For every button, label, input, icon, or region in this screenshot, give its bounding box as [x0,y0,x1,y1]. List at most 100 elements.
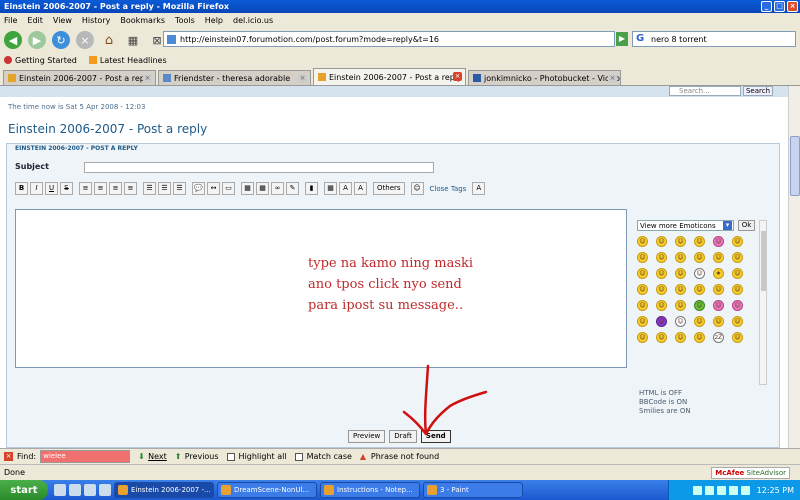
menu-tools[interactable]: Tools [175,16,195,25]
site-search-button[interactable]: Search [743,86,773,96]
emoticon-icon[interactable]: ☺ [732,252,743,263]
menu-file[interactable]: File [4,16,17,25]
emoticon-icon[interactable]: ☺ [637,332,648,343]
emoticon-icon[interactable]: ☺ [637,300,648,311]
layout-icon[interactable]: ▦ [124,31,142,49]
emoticon-icon[interactable]: ★ [713,268,724,279]
taskbar-item-paint[interactable]: 3 - Paint [423,482,523,498]
match-case-checkbox[interactable]: Match case [294,452,352,461]
tray-icon[interactable] [728,485,738,495]
tray-icon[interactable] [692,485,702,495]
emoticon-icon[interactable]: ☺ [694,252,705,263]
emoticon-icon[interactable]: zZ [713,332,724,343]
emoticon-icon[interactable]: ☺ [656,316,667,327]
minimize-button[interactable]: _ [761,1,772,12]
emoticon-icon[interactable]: ☺ [713,236,724,247]
quick-launch-icon[interactable] [54,484,66,496]
emoticon-icon[interactable]: ☺ [732,236,743,247]
strike-button[interactable]: S [60,182,73,195]
taskbar-item-dreamscene[interactable]: DreamScene-NonUl... [217,482,317,498]
emoticon-icon[interactable]: ☺ [637,268,648,279]
go-arrow-icon[interactable]: ▶ [616,32,628,46]
menu-view[interactable]: View [53,16,72,25]
emoticon-icon[interactable]: ☺ [637,236,648,247]
emoticon-icon[interactable]: ☺ [637,284,648,295]
tray-icon[interactable] [704,485,714,495]
numbered-list-icon[interactable]: ☰ [158,182,171,195]
bookmark-latest-headlines[interactable]: Latest Headlines [88,56,167,65]
web-search-input[interactable]: G nero 8 torrent [632,31,796,47]
emoticon-icon[interactable]: ☺ [675,252,686,263]
tab-einstein-1[interactable]: Einstein 2006-2007 - Post a reply × [3,70,156,85]
close-tab-icon[interactable]: × [298,74,307,83]
underline-button[interactable]: U [45,182,58,195]
emoticon-icon[interactable]: ☺ [713,316,724,327]
emoticon-icon[interactable]: ☺ [713,300,724,311]
emoticon-icon[interactable]: ☺ [637,316,648,327]
emoticon-icon[interactable]: ☺ [656,300,667,311]
italic-button[interactable]: I [30,182,43,195]
emoticon-icon[interactable]: ☺ [675,300,686,311]
link-icon[interactable]: ∞ [271,182,284,195]
close-tab-icon[interactable]: × [608,74,617,83]
menu-history[interactable]: History [82,16,110,25]
quick-launch-icon[interactable] [69,484,81,496]
edit-icon[interactable]: ✎ [286,182,299,195]
find-next-button[interactable]: ⬇ Next [138,452,167,461]
site-search-input[interactable]: Search... [669,86,741,96]
tab-photobucket[interactable]: jonkimnicko - Photobucket - Video... × [468,70,621,85]
find-previous-button[interactable]: ⬆ Previous [175,452,219,461]
quick-launch-icon[interactable] [84,484,96,496]
emoticon-icon[interactable]: ☺ [675,236,686,247]
close-tab-icon[interactable]: × [453,72,462,81]
emoticon-icon[interactable]: ☺ [732,316,743,327]
emoticon-icon[interactable]: ☺ [732,284,743,295]
url-bar[interactable]: http://einstein07.forumotion.com/post.fo… [163,31,615,47]
menu-bookmarks[interactable]: Bookmarks [120,16,165,25]
mcafee-siteadvisor-badge[interactable]: McAfee SiteAdvisor [711,467,790,479]
forward-arrow-icon[interactable]: ▶ [28,31,46,49]
close-window-button[interactable]: × [787,1,798,12]
hr-icon[interactable]: ☰ [173,182,186,195]
tab-friendster[interactable]: Friendster - theresa adorable × [158,70,311,85]
table-icon[interactable]: ▮ [305,182,318,195]
taskbar-item-firefox[interactable]: Einstein 2006-2007 -... [114,482,214,498]
close-find-icon[interactable]: × [4,452,13,461]
message-editor[interactable]: type na kamo ning maski ano tpos click n… [15,209,627,368]
emoticon-icon[interactable]: ☺ [694,332,705,343]
preview-button[interactable]: Preview [348,430,386,443]
font-color-icon[interactable]: A [339,182,352,195]
subject-input[interactable] [84,162,434,173]
list-icon[interactable]: ☰ [143,182,156,195]
emoticon-icon[interactable]: ☺ [656,332,667,343]
emoticon-icon[interactable]: ☺ [694,236,705,247]
align-center-icon[interactable]: ≡ [94,182,107,195]
justify-icon[interactable]: ≡ [124,182,137,195]
reload-icon[interactable]: ↻ [52,31,70,49]
align-left-icon[interactable]: ≡ [79,182,92,195]
smiley-icon[interactable]: ☺ [410,182,424,195]
emoticon-icon[interactable]: ☺ [656,284,667,295]
bold-button[interactable]: B [15,182,28,195]
emoticon-ok-button[interactable]: Ok [738,220,755,231]
emoticon-icon[interactable]: ☺ [675,268,686,279]
emoticon-icon[interactable]: ☺ [675,316,686,327]
emoticon-icon[interactable]: ☺ [675,284,686,295]
emoticon-icon[interactable]: ☺ [656,268,667,279]
emoticon-icon[interactable]: ☺ [656,236,667,247]
emoticon-icon[interactable]: ☺ [694,268,705,279]
font-size-icon[interactable]: A [354,182,367,195]
image-icon[interactable]: ▦ [241,182,254,195]
menu-delicious[interactable]: del.icio.us [233,16,273,25]
grid-icon[interactable]: ▦ [324,182,337,195]
tray-icon[interactable] [716,485,726,495]
spoiler-icon[interactable]: ▭ [222,182,235,195]
emoticon-icon[interactable]: ☺ [713,252,724,263]
quote-icon[interactable]: 💬 [192,182,205,195]
tab-einstein-2[interactable]: Einstein 2006-2007 - Post a reply × [313,68,466,85]
taskbar-item-notepad[interactable]: Instructions - Notep... [320,482,420,498]
start-button[interactable]: start [0,480,48,500]
maximize-button[interactable]: □ [774,1,785,12]
quick-launch-icon[interactable] [99,484,111,496]
find-input[interactable]: wielee [40,450,131,463]
